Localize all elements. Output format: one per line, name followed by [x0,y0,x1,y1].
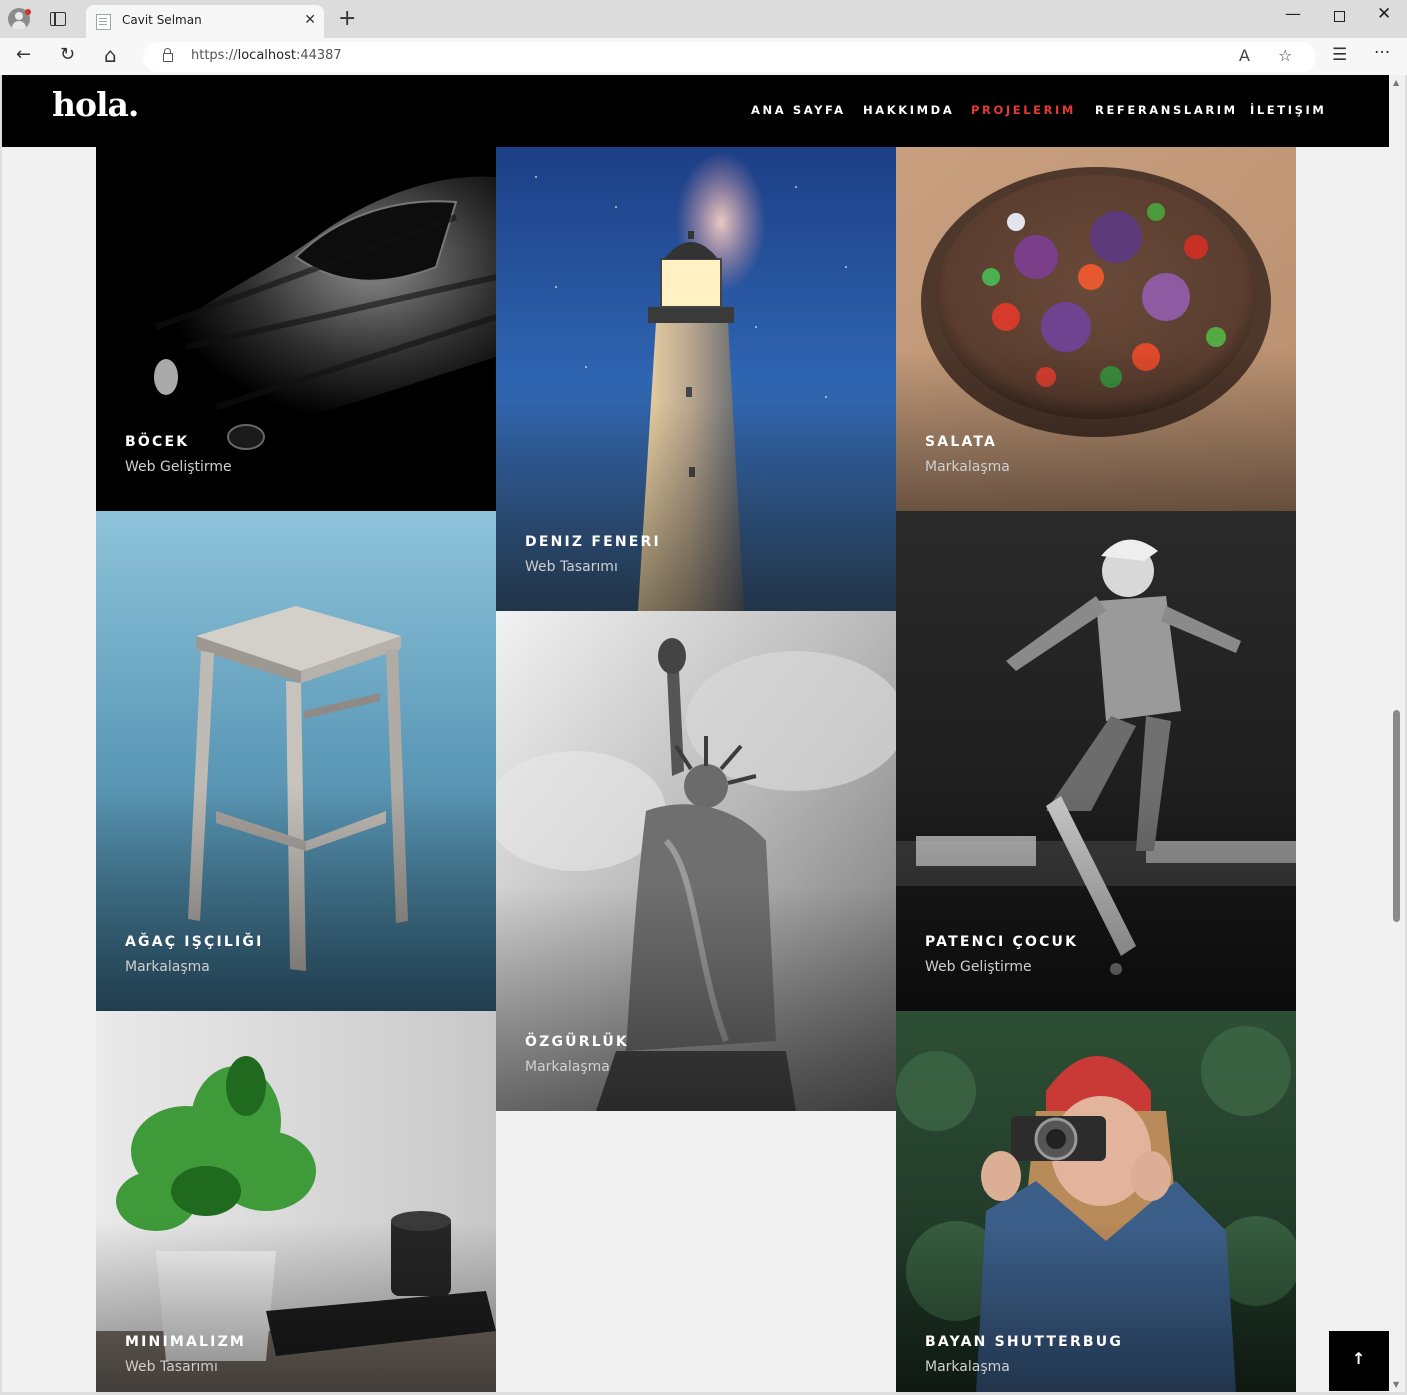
home-button[interactable]: ⌂ [104,45,117,65]
project-title: BÖCEK [125,434,190,450]
page-favicon-icon [96,14,111,30]
project-category: Web Tasarımı [525,559,618,575]
back-button[interactable]: ← [16,45,31,65]
project-category: Markalaşma [925,1359,1010,1375]
project-category: Markalaşma [525,1059,610,1075]
browser-toolbar: ← ↻ ⌂ https://localhost:44387 A ☆ ☰ ··· [0,38,1407,75]
site-header: hola. ANA SAYFA HAKKIMDA PROJELERIM REFE… [2,75,1389,147]
nav-link-references[interactable]: REFERANSLARIM [1095,103,1238,117]
project-title: MINIMALIZM [125,1334,247,1350]
project-title: BAYAN SHUTTERBUG [925,1334,1124,1350]
tab-close-icon[interactable]: ✕ [304,12,316,28]
project-category: Web Tasarımı [125,1359,218,1375]
project-card-salata[interactable]: SALATA Markalaşma [896,147,1296,511]
project-category: Markalaşma [125,959,210,975]
nav-link-projects[interactable]: PROJELERIM [971,103,1076,117]
project-card-bocek[interactable]: BÖCEK Web Geliştirme [96,147,496,511]
url-text[interactable]: https://localhost:44387 [191,48,342,63]
new-tab-button[interactable]: + [338,6,356,32]
browser-tab[interactable]: Cavit Selman ✕ [86,5,324,38]
favorites-icon[interactable]: ☰ [1332,45,1347,65]
project-title: SALATA [925,434,998,450]
minimize-window-button[interactable]: — [1285,4,1301,23]
maximize-window-button[interactable] [1334,11,1345,22]
project-card-minimalizm[interactable]: MINIMALIZM Web Tasarımı [96,1011,496,1392]
reload-button[interactable]: ↻ [60,45,75,65]
back-to-top-button[interactable]: ↑ [1329,1331,1389,1391]
car-photo [141,176,496,450]
arrow-up-icon: ↑ [1352,1349,1366,1368]
address-bar[interactable]: https://localhost:44387 A ☆ [143,42,1316,72]
nav-link-home[interactable]: ANA SAYFA [751,103,846,117]
site-logo[interactable]: hola. [52,85,139,124]
project-card-agac-iscilgi[interactable]: AĞAÇ IŞÇILIĞI Markalaşma [96,511,496,1011]
project-title: PATENCI ÇOCUK [925,934,1079,950]
read-aloud-icon[interactable]: A [1239,46,1250,65]
page-scrollbar-thumb[interactable] [1393,710,1400,922]
scroll-up-arrow-icon[interactable]: ▲ [1393,78,1399,87]
project-category: Web Geliştirme [125,459,232,475]
project-title: AĞAÇ IŞÇILIĞI [125,934,264,950]
nav-link-contact[interactable]: İLETIŞIM [1250,103,1326,117]
notification-dot [25,9,31,15]
project-title: DENIZ FENERI [525,534,661,550]
project-card-ozgurluk[interactable]: ÖZGÜRLÜK Markalaşma [496,611,896,1111]
lock-icon[interactable] [163,48,173,62]
page-viewport: hola. ANA SAYFA HAKKIMDA PROJELERIM REFE… [2,75,1405,1392]
project-card-patenci-cocuk[interactable]: PATENCI ÇOCUK Web Geliştirme [896,511,1296,1011]
favorite-star-icon[interactable]: ☆ [1278,46,1292,65]
scroll-down-arrow-icon[interactable]: ▼ [1393,1380,1399,1389]
nav-link-about[interactable]: HAKKIMDA [863,103,954,117]
more-menu-icon[interactable]: ··· [1374,43,1390,63]
tab-title: Cavit Selman [122,13,202,27]
project-category: Markalaşma [925,459,1010,475]
project-category: Web Geliştirme [925,959,1032,975]
close-window-button[interactable]: ✕ [1377,4,1391,24]
project-title: ÖZGÜRLÜK [525,1034,629,1050]
project-card-bayan-shutterbug[interactable]: BAYAN SHUTTERBUG Markalaşma [896,1011,1296,1392]
browser-tab-bar: Cavit Selman ✕ + — ✕ [0,0,1407,38]
project-card-deniz-feneri[interactable]: DENIZ FENERI Web Tasarımı [496,147,896,611]
tab-actions-icon[interactable] [50,12,66,26]
